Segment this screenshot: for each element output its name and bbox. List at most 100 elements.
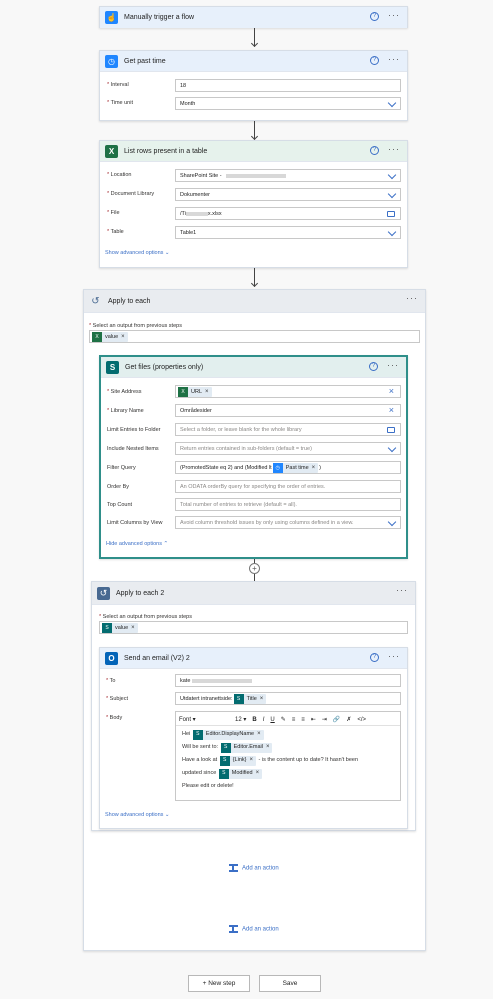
link-icon[interactable]: 🔗 [333,716,340,723]
indent-icon[interactable]: ⇥ [322,716,327,723]
underline-icon[interactable]: U [270,717,274,723]
chevron-down-icon [387,227,397,237]
limit-columns-select[interactable]: Avoid column threshold issues by only us… [175,516,401,529]
save-button[interactable]: Save [259,975,321,992]
time-unit-select[interactable]: Month [175,97,401,110]
get-past-time-card: ◷ Get past time ? ··· * Interval 18 * Ti… [99,50,408,121]
italic-icon[interactable]: I [263,717,265,723]
more-icon[interactable]: ··· [387,360,399,370]
past-time-token[interactable]: ◷ Past time × [272,462,319,473]
add-action-icon [229,864,238,872]
document-library-label: * Document Library [107,191,155,197]
value-token[interactable]: Xvalue × [92,331,128,342]
list-rows-header[interactable]: X List rows present in a table ? ··· [100,141,407,162]
help-icon[interactable]: ? [370,146,379,155]
document-library-select[interactable]: Dokumenter [175,188,401,201]
remove-icon[interactable]: × [131,625,135,631]
select-output-label: * Select an output from previous steps [89,323,182,329]
remove-icon[interactable]: × [249,754,253,767]
folder-icon[interactable] [387,211,395,217]
to-field[interactable]: kate [175,674,401,687]
sharepoint-icon: S [102,622,112,633]
outdent-icon[interactable]: ⇤ [311,716,316,723]
modified-token[interactable]: S Modified × [218,767,263,780]
time-unit-label: * Time unit [107,100,133,106]
more-icon[interactable]: ··· [388,651,400,661]
clear-icon[interactable]: × [389,405,394,416]
nested-items-select[interactable]: Return entries contained in sub-folders … [175,442,401,455]
help-icon[interactable]: ? [370,653,379,662]
send-email-card: O Send an email (V2) 2 ? ··· * To kate *… [99,647,408,829]
sharepoint-icon: S [233,693,244,704]
select-output-field[interactable]: Xvalue × [89,330,420,343]
site-address-field[interactable]: X URL × × [175,385,401,398]
new-step-button[interactable]: + New step [188,975,250,992]
add-action-inner[interactable]: Add an action [229,864,279,872]
table-select[interactable]: Table1 [175,226,401,239]
trigger-header[interactable]: ☝ Manually trigger a flow ? ··· [100,7,407,28]
get-files-title: Get files (properties only) [125,363,204,371]
editor-email-token[interactable]: S Editor.Email × [220,741,273,754]
chevron-down-icon [387,98,397,108]
remove-icon[interactable]: × [260,696,264,702]
get-past-time-header[interactable]: ◷ Get past time ? ··· [100,51,407,72]
remove-icon[interactable]: × [257,728,261,741]
body-editor[interactable]: Font ▾ 12 ▾ B I U ✎ ≡ ≡ ⇤ ⇥ 🔗 ✗ </> Hei … [175,711,401,801]
interval-field[interactable]: 18 [175,79,401,92]
sharepoint-icon: S [192,729,203,740]
code-view-icon[interactable]: </> [357,717,366,723]
subject-field[interactable]: Utdatert intranettside: S Title × [175,692,401,705]
get-past-time-title: Get past time [124,57,166,65]
remove-icon[interactable]: × [256,767,260,780]
font-size-select[interactable]: 12 ▾ [235,716,246,723]
title-token[interactable]: S Title × [233,693,267,704]
show-advanced-link[interactable]: Show advanced options ⌄ [105,250,170,256]
library-name-field[interactable]: Områdesider × [175,404,401,417]
outlook-icon: O [105,651,118,665]
trigger-card[interactable]: ☝ Manually trigger a flow ? ··· [99,6,408,28]
limit-folder-field[interactable]: Select a folder, or leave blank for the … [175,423,401,436]
pen-icon[interactable]: ✎ [281,716,286,723]
top-count-field[interactable]: Total number of entries to retrieve (def… [175,498,401,511]
order-by-field[interactable]: An ODATA orderBy query for specifying th… [175,480,401,493]
send-email-header[interactable]: O Send an email (V2) 2 ? ··· [100,648,407,669]
apply-each2-header[interactable]: ↺ Apply to each 2 ··· [92,582,415,605]
top-count-label: Top Count [107,502,133,508]
link-token[interactable]: S {Link} × [219,754,256,767]
show-advanced-link[interactable]: Show advanced options ⌄ [105,812,170,818]
insert-step-icon[interactable]: + [249,563,260,574]
unlink-icon[interactable]: ✗ [346,716,351,723]
more-icon[interactable]: ··· [388,54,400,64]
more-icon[interactable]: ··· [388,10,400,20]
value-token[interactable]: Svalue × [102,622,138,633]
location-select[interactable]: SharePoint Site - [175,169,401,182]
select-output2-field[interactable]: Svalue × [99,621,408,634]
help-icon[interactable]: ? [370,56,379,65]
more-icon[interactable]: ··· [396,585,408,595]
remove-icon[interactable]: × [121,334,125,340]
url-token[interactable]: X URL × [178,386,212,397]
clear-icon[interactable]: × [389,386,394,397]
numbered-list-icon[interactable]: ≡ [301,717,305,723]
editor-displayname-token[interactable]: S Editor.DisplayName × [192,728,264,741]
bold-icon[interactable]: B [252,717,256,723]
remove-icon[interactable]: × [312,465,316,471]
font-select[interactable]: Font ▾ [179,716,229,723]
hide-advanced-link[interactable]: Hide advanced options ⌃ [106,541,168,547]
remove-icon[interactable]: × [205,389,209,395]
list-rows-title: List rows present in a table [124,147,208,155]
file-field[interactable]: /Ti x.xlsx [175,207,401,220]
more-icon[interactable]: ··· [406,293,418,303]
get-files-header[interactable]: S Get files (properties only) ? ··· [101,357,406,378]
apply-each-header[interactable]: ↺ Apply to each ··· [84,290,425,313]
bullet-list-icon[interactable]: ≡ [292,717,296,723]
help-icon[interactable]: ? [369,362,378,371]
trigger-title: Manually trigger a flow [124,14,195,21]
help-icon[interactable]: ? [370,12,379,21]
remove-icon[interactable]: × [266,741,270,754]
more-icon[interactable]: ··· [388,144,400,154]
filter-query-field[interactable]: (PromotedState eq 2) and (Modified lt ◷ P… [175,461,401,474]
add-action-outer[interactable]: Add an action [229,925,279,933]
interval-label: * Interval [107,82,129,88]
folder-icon[interactable] [387,427,395,433]
